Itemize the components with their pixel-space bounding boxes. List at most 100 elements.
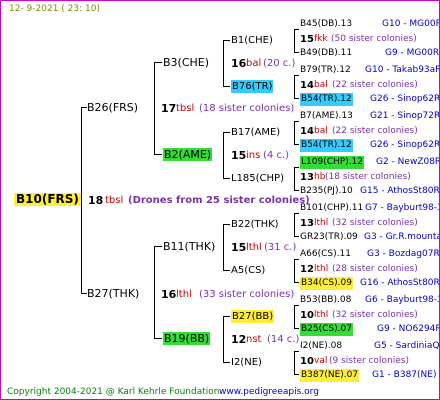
- gen4-tag: hb: [314, 172, 326, 182]
- connector: [154, 246, 162, 247]
- gen4-note: (32 sister colonies): [332, 310, 418, 320]
- copyright-text: Copyright 2004-2021 @ Karl Kehrle Founda…: [7, 387, 220, 397]
- site-link[interactable]: www.pedigreeapis.org: [219, 386, 319, 399]
- connector: [154, 338, 162, 339]
- gen4-queen[interactable]: B387(NE).07: [300, 369, 360, 382]
- root-tag: tbsl: [105, 195, 124, 206]
- connector: [294, 29, 299, 30]
- gen2-note: (31 c.): [264, 242, 297, 253]
- gen3-queen[interactable]: B17(AME): [231, 126, 280, 139]
- connector: [294, 213, 295, 236]
- connector: [294, 121, 299, 122]
- gen2-count: 15: [231, 149, 247, 162]
- gen3-queen[interactable]: I2(NE): [231, 356, 262, 369]
- gen1-tag: tbsl: [176, 103, 195, 114]
- gen4-origin: G3 - Gr.R.mounta: [364, 232, 440, 242]
- connector: [223, 316, 224, 362]
- connector: [154, 62, 155, 154]
- gen4-note: (32 sister colonies): [332, 218, 418, 228]
- gen4-count: 15: [300, 34, 314, 45]
- gen4-tag: val: [314, 356, 328, 366]
- gen4-origin: G16 - AthosSt80R: [360, 278, 440, 288]
- gen3-queen[interactable]: B76(TR): [231, 80, 274, 93]
- gen4-queen[interactable]: B34(CS).09: [300, 277, 353, 290]
- gen3-queen[interactable]: L185(CHP): [231, 172, 284, 185]
- gen1-note: (33 sister colonies): [199, 289, 295, 300]
- gen4-queen[interactable]: B49(DB).11: [300, 47, 352, 60]
- gen4-queen[interactable]: B45(DB).13: [300, 18, 352, 31]
- connector: [294, 259, 295, 282]
- gen3-queen[interactable]: A5(CS): [231, 264, 265, 277]
- connector: [154, 154, 162, 155]
- gen1-tag: lthl: [176, 289, 192, 300]
- gen4-origin: G15 - AthosSt80R: [360, 186, 440, 196]
- connector: [294, 236, 299, 237]
- gen4-queen[interactable]: B54(TR).12: [300, 139, 353, 152]
- connector: [294, 282, 299, 283]
- connector: [294, 167, 295, 190]
- gen4-origin: G21 - Sinop72R: [370, 111, 440, 121]
- connector: [294, 29, 295, 52]
- connector: [294, 75, 295, 98]
- connector: [223, 362, 230, 363]
- gen2-tag: lthl: [246, 242, 262, 253]
- connector: [223, 40, 224, 86]
- gen4-origin: G7 - Bayburt98-3: [365, 203, 440, 213]
- gen4-note: (22 sister colonies): [332, 126, 418, 136]
- gen4-tag: bal: [314, 80, 328, 90]
- connector: [294, 52, 299, 53]
- root-count: 18: [88, 194, 104, 207]
- gen4-origin: G1 - B387(NE): [372, 370, 437, 380]
- gen3-queen[interactable]: B22(THK): [231, 218, 279, 231]
- gen4-queen[interactable]: B79(TR).12: [300, 64, 351, 77]
- gen2-queen[interactable]: B2(AME): [163, 148, 213, 161]
- gen2-queen[interactable]: B19(BB): [163, 332, 211, 345]
- gen4-count: 10: [300, 310, 314, 321]
- gen4-origin: G26 - Sinop62R: [370, 140, 440, 150]
- gen2-tag: ins: [246, 150, 261, 161]
- gen4-queen[interactable]: I2(NE).08: [300, 340, 342, 353]
- connector: [294, 98, 299, 99]
- gen2-tag: bal: [246, 58, 262, 69]
- gen4-queen[interactable]: B101(CHP).11: [300, 202, 363, 215]
- root-queen[interactable]: B10(FRS): [14, 193, 81, 206]
- connector: [294, 213, 299, 214]
- gen1-queen[interactable]: B26(FRS): [87, 101, 138, 114]
- gen1-queen[interactable]: B27(THK): [87, 287, 139, 300]
- gen4-origin: G9 - MG00R: [385, 48, 440, 58]
- gen4-note: (50 sister colonies): [331, 34, 417, 44]
- connector: [223, 86, 230, 87]
- gen4-tag: lthl: [314, 310, 329, 320]
- gen4-origin: G9 - NO6294R: [377, 324, 440, 334]
- gen4-queen[interactable]: GR23(TR).09: [300, 231, 358, 244]
- gen4-queen[interactable]: B25(CS).07: [300, 323, 353, 336]
- gen4-queen[interactable]: B53(BB).08: [300, 294, 351, 307]
- gen1-note: (18 sister colonies): [199, 103, 295, 114]
- gen4-note: (22 sister colonies): [332, 80, 418, 90]
- connector: [294, 305, 295, 328]
- connector: [223, 224, 230, 225]
- root-drones-note: (Drones from 25 sister colonies): [128, 195, 310, 206]
- gen3-queen[interactable]: B1(CHE): [231, 34, 273, 47]
- gen2-count: 16: [231, 57, 247, 70]
- gen4-count: 13: [300, 218, 314, 229]
- connector: [294, 351, 299, 352]
- gen4-queen[interactable]: A66(CS).11: [300, 248, 351, 261]
- connector: [223, 132, 224, 178]
- gen4-queen[interactable]: L109(CHP).12: [300, 156, 365, 169]
- gen4-count: 14: [300, 80, 314, 91]
- gen4-queen[interactable]: B235(PJ).10: [300, 185, 353, 198]
- connector: [154, 62, 162, 63]
- connector: [294, 305, 299, 306]
- gen3-queen[interactable]: B27(BB): [231, 310, 275, 323]
- gen2-tag: nst: [246, 334, 262, 345]
- gen2-note: (20 c.): [263, 58, 296, 69]
- gen4-tag: bal: [314, 126, 328, 136]
- gen2-queen[interactable]: B3(CHE): [163, 56, 209, 69]
- gen2-queen[interactable]: B11(THK): [163, 240, 215, 253]
- connector: [294, 328, 299, 329]
- gen2-count: 15: [231, 241, 247, 254]
- gen4-origin: G26 - Sinop62R: [370, 94, 440, 104]
- gen4-queen[interactable]: B7(AME).13: [300, 110, 353, 123]
- gen4-queen[interactable]: B54(TR).12: [300, 93, 353, 106]
